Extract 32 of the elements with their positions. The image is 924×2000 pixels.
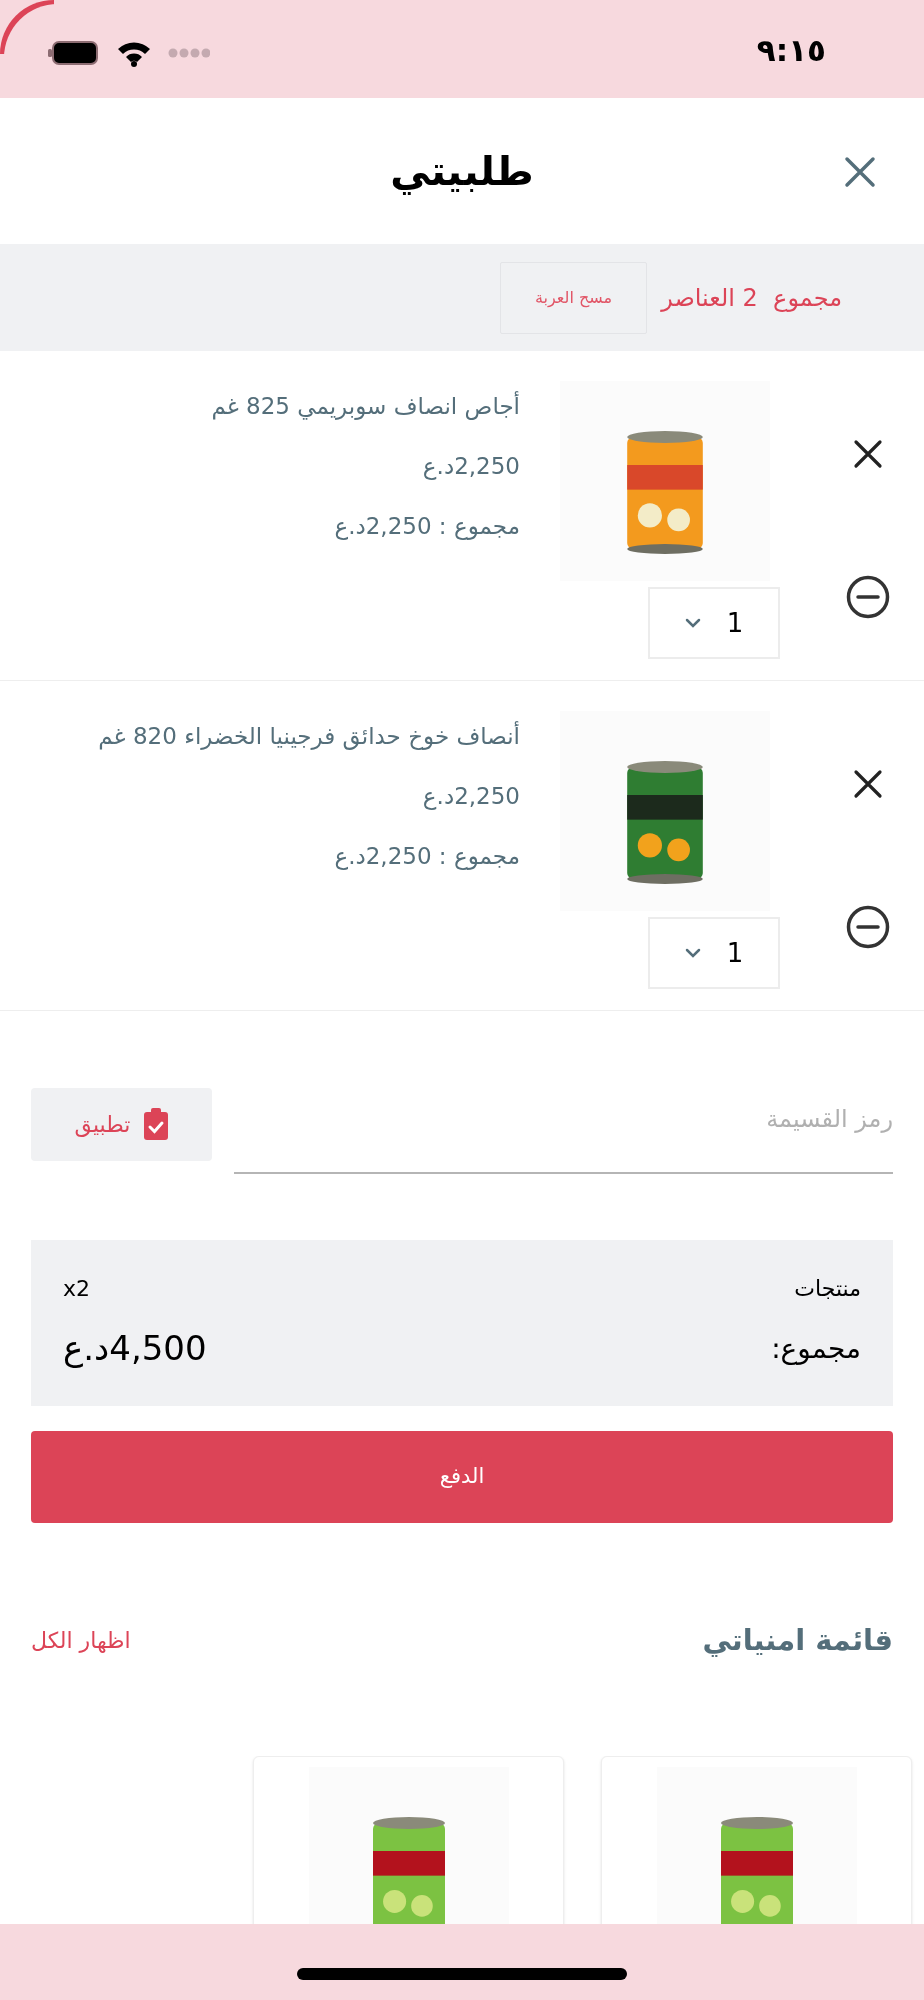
show-all-link[interactable]: اظهار الكل xyxy=(31,1624,131,1658)
status-time: ٩:١٥ xyxy=(756,30,826,70)
product-card[interactable] xyxy=(601,1755,912,1925)
quantity-select[interactable]: 1 xyxy=(648,587,780,660)
product-name: أجاص انصاف سوبريمي 825 غم xyxy=(211,390,520,422)
product-name: أنصاف خوخ حدائق فرجينيا الخضراء 820 غم xyxy=(98,720,520,752)
chevron-down-icon xyxy=(684,948,701,959)
product-card[interactable] xyxy=(253,1755,564,1925)
product-total: مجموع : 2,250د.ع xyxy=(334,512,520,542)
close-icon[interactable] xyxy=(844,155,876,188)
battery-icon xyxy=(48,39,100,66)
minus-circle-icon[interactable] xyxy=(846,575,890,620)
quantity-select[interactable]: 1 xyxy=(648,917,780,990)
chevron-down-icon xyxy=(684,618,701,629)
wishlist-title: قائمة امنياتي xyxy=(702,1622,893,1660)
total-label: مجموع: xyxy=(771,1330,861,1367)
apply-button[interactable]: تطبيق xyxy=(31,1087,212,1161)
item-count: مجموع 2 العناصر xyxy=(661,282,842,314)
product-total: مجموع : 2,250د.ع xyxy=(334,842,520,872)
signal-icon xyxy=(168,47,210,58)
minus-circle-icon[interactable] xyxy=(846,905,890,950)
clipboard-check-icon xyxy=(144,1108,169,1141)
remove-icon[interactable] xyxy=(853,439,883,470)
product-price: 2,250د.ع xyxy=(422,452,520,482)
clear-cart-button[interactable]: مسح العربة xyxy=(500,261,648,334)
remove-icon[interactable] xyxy=(853,769,883,800)
products-label: منتجات xyxy=(794,1275,861,1304)
checkout-button[interactable]: الدفع xyxy=(31,1431,893,1524)
products-count: x2 xyxy=(63,1275,91,1304)
product-price: 2,250د.ع xyxy=(422,782,520,812)
page-title: طلبيتي xyxy=(390,147,534,197)
total-value: 4,500د.ع xyxy=(63,1327,207,1371)
